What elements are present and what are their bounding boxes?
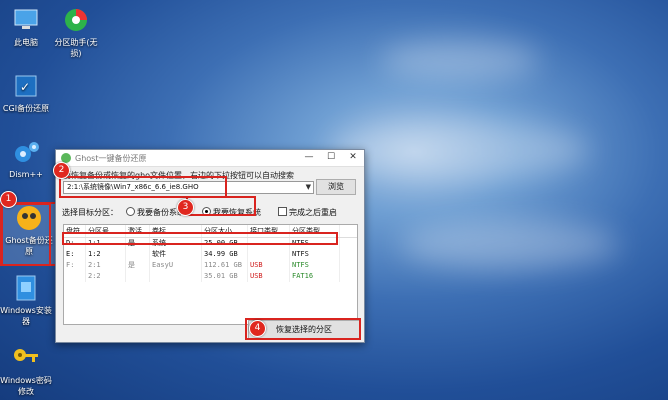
key-icon bbox=[11, 344, 41, 372]
desktop-icon-label: 此电脑 bbox=[14, 38, 38, 47]
desktop-icon-label: CGI备份还原 bbox=[2, 104, 50, 113]
cell-partition: 1:2 bbox=[86, 249, 126, 260]
step-badge: 2 bbox=[53, 162, 70, 179]
desktop-icon-label: Dism++ bbox=[9, 170, 43, 179]
desktop-icon-cgi-backup[interactable]: ✓ CGI备份还原 bbox=[0, 72, 52, 114]
title-bar[interactable]: Ghost一键备份还原 — ☐ ✕ bbox=[56, 150, 364, 167]
cell-drive: F: bbox=[64, 260, 86, 271]
computer-icon bbox=[11, 6, 41, 34]
desktop-icon-windows-password[interactable]: Windows密码修改 bbox=[0, 344, 52, 397]
step-badge: 3 bbox=[177, 199, 194, 216]
gear-icon bbox=[11, 138, 41, 166]
desktop-icon-dism[interactable]: Dism++ bbox=[0, 138, 52, 180]
chevron-down-icon[interactable]: ▼ bbox=[306, 182, 311, 193]
desktop-icon-label: Windows密码修改 bbox=[0, 376, 52, 396]
cell-volume: 软件 bbox=[150, 249, 202, 260]
cell-partition: 2:2 bbox=[86, 271, 126, 282]
desktop-icon-windows-installer[interactable]: Windows安装器 bbox=[0, 274, 52, 327]
cell-interface: USB bbox=[248, 260, 290, 271]
cloud-decoration bbox=[330, 120, 590, 180]
window-title: Ghost一键备份还原 bbox=[75, 153, 147, 163]
radio-circle-icon bbox=[126, 207, 135, 216]
cell-volume: EasyU bbox=[150, 260, 202, 271]
table-row[interactable]: F: 2:1 是 EasyU 112.61 GB USB NTFS bbox=[64, 260, 357, 271]
cell-fstype: NTFS bbox=[290, 260, 340, 271]
cell-fstype: NTFS bbox=[290, 249, 340, 260]
desktop-icon-label: Windows安装器 bbox=[0, 306, 52, 326]
highlight-path bbox=[59, 176, 227, 198]
desktop-icon-partition-assistant[interactable]: 分区助手(无损) bbox=[50, 6, 102, 59]
cell-size: 34.99 GB bbox=[202, 249, 248, 260]
cell-drive: E: bbox=[64, 249, 86, 260]
checkbox-reboot[interactable]: 完成之后重启 bbox=[278, 206, 337, 218]
cell-fstype: FAT16 bbox=[290, 271, 340, 282]
cell-interface bbox=[248, 249, 290, 260]
cloud-decoration bbox=[400, 220, 620, 270]
partition-icon bbox=[61, 6, 91, 34]
close-button[interactable]: ✕ bbox=[342, 150, 364, 166]
cell-partition: 2:1 bbox=[86, 260, 126, 271]
highlight-selected-row bbox=[62, 232, 338, 245]
cell-size: 112.61 GB bbox=[202, 260, 248, 271]
checkbox-reboot-label: 完成之后重启 bbox=[289, 208, 337, 217]
cell-drive bbox=[64, 271, 86, 282]
highlight-restore-radio bbox=[186, 196, 256, 216]
cgi-icon: ✓ bbox=[11, 72, 41, 100]
table-row[interactable]: E: 1:2 软件 34.99 GB NTFS bbox=[64, 249, 357, 260]
svg-text:✓: ✓ bbox=[20, 80, 30, 94]
step-badge: 1 bbox=[0, 191, 17, 208]
cell-size: 35.01 GB bbox=[202, 271, 248, 282]
installer-icon bbox=[11, 274, 41, 302]
highlight-ghost-icon bbox=[0, 203, 51, 266]
cell-interface: USB bbox=[248, 271, 290, 282]
desktop-icon-label: 分区助手(无损) bbox=[54, 38, 98, 58]
step-badge: 4 bbox=[249, 320, 266, 337]
cell-active bbox=[126, 271, 150, 282]
table-row[interactable]: 2:2 35.01 GB USB FAT16 bbox=[64, 271, 357, 282]
maximize-button[interactable]: ☐ bbox=[320, 150, 342, 166]
target-label: 选择目标分区： bbox=[62, 207, 118, 217]
cell-active bbox=[126, 249, 150, 260]
desktop-icon-this-pc[interactable]: 此电脑 bbox=[0, 6, 52, 48]
minimize-button[interactable]: — bbox=[298, 150, 320, 166]
cloud-decoration bbox=[380, 40, 540, 80]
cell-active: 是 bbox=[126, 260, 150, 271]
checkbox-icon bbox=[278, 207, 287, 216]
browse-button[interactable]: 浏览 bbox=[316, 179, 356, 195]
cell-volume bbox=[150, 271, 202, 282]
